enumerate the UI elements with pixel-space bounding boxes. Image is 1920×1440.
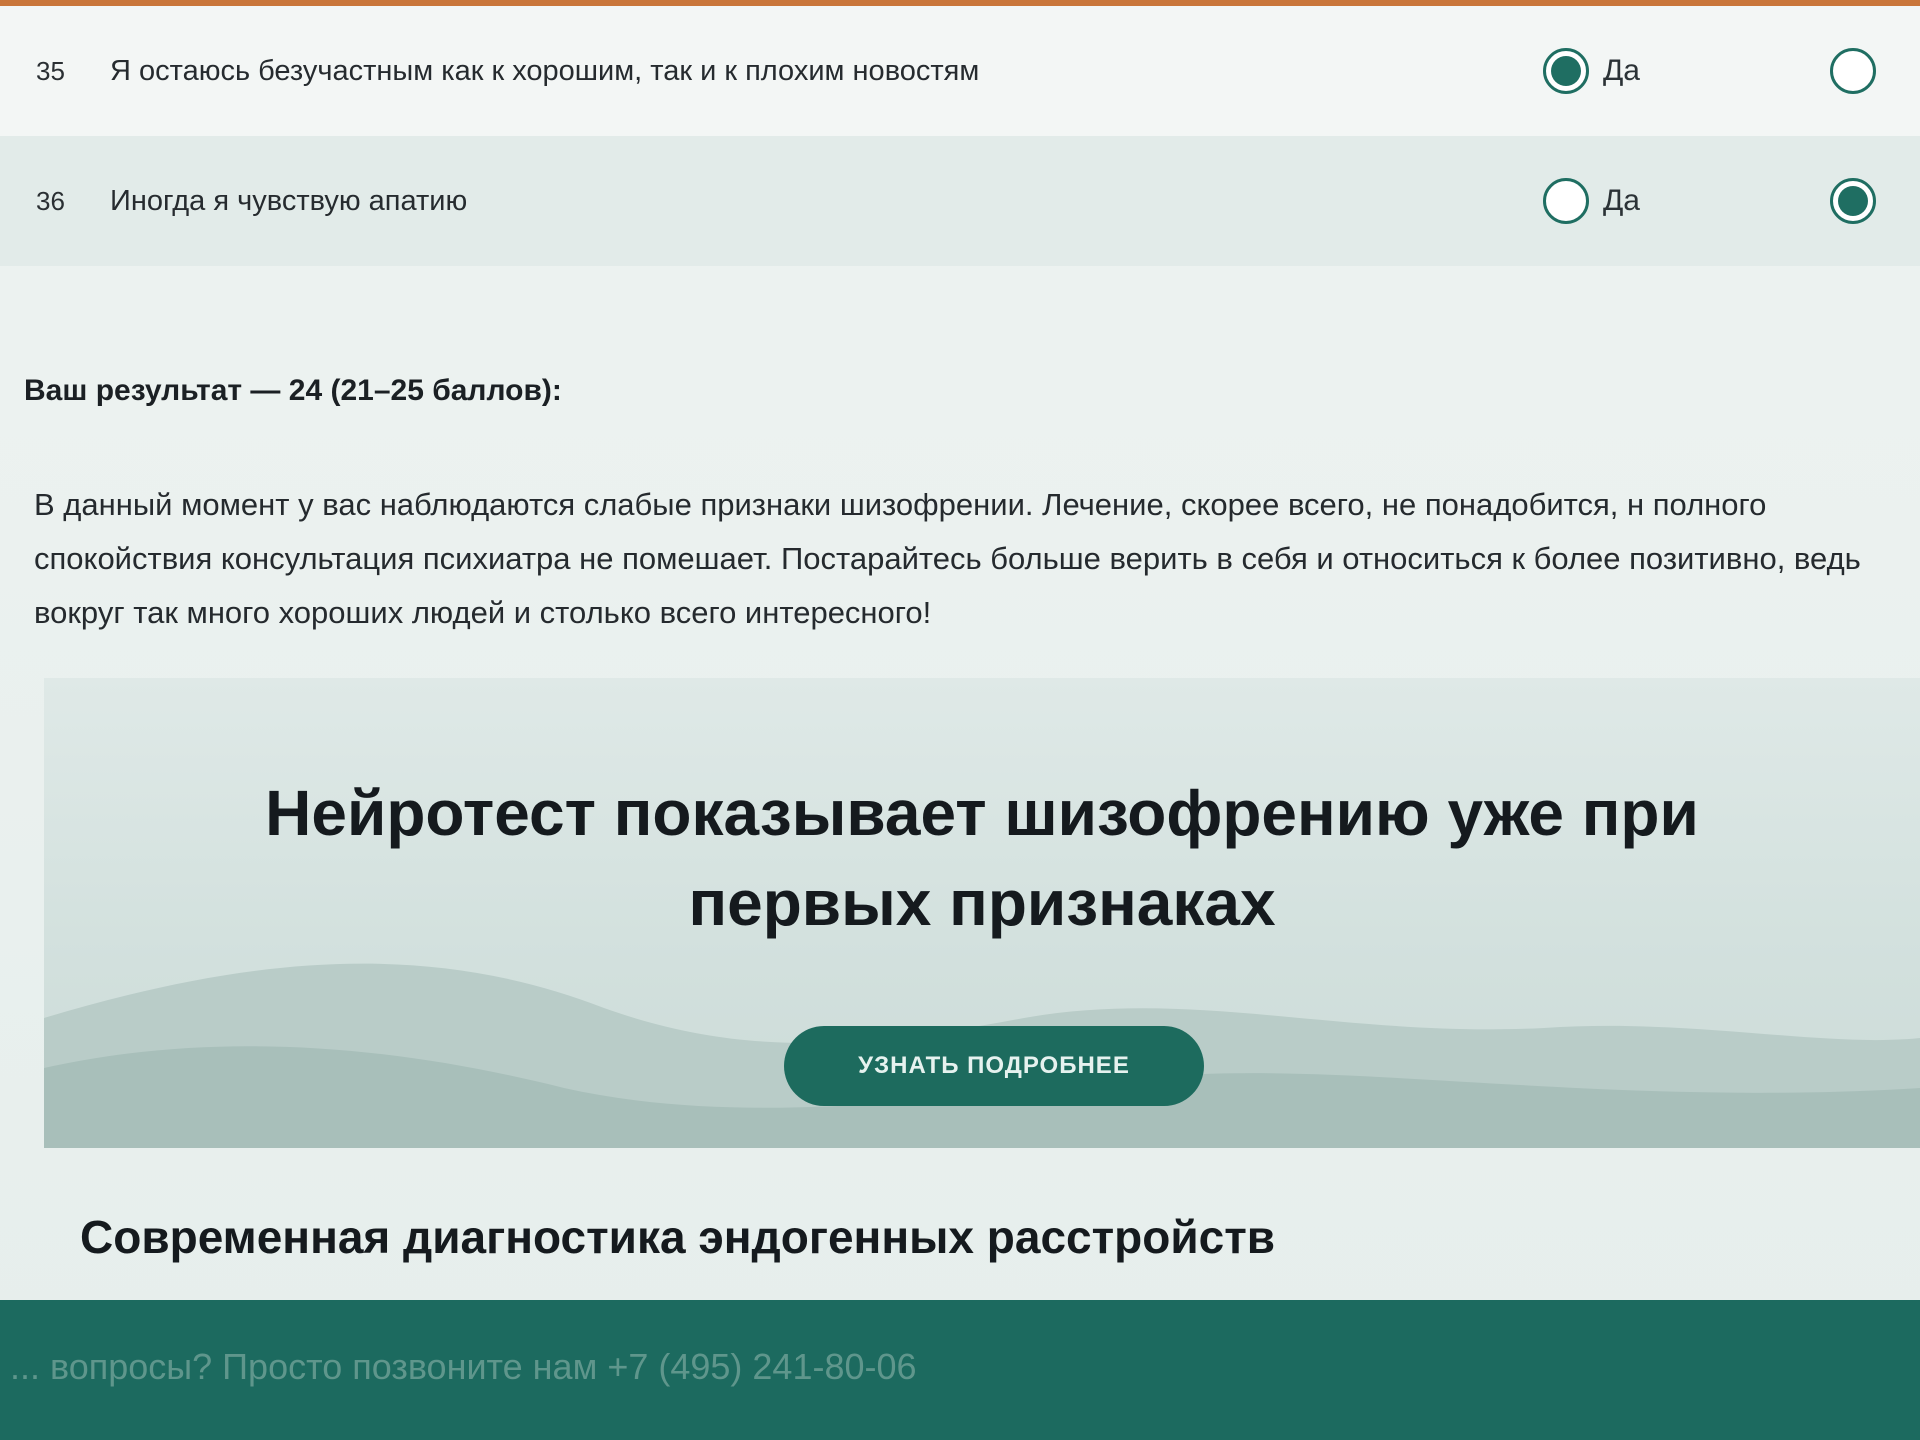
question-row-36: 36 Иногда я чувствую апатию Да [0, 136, 1920, 266]
radio-checked-icon[interactable] [1830, 178, 1876, 224]
result-heading: Ваш результат — 24 (21–25 баллов): [24, 374, 562, 407]
promo-banner: Нейротест показывает шизофрению уже при … [44, 678, 1920, 1148]
footer-bar: ... вопросы? Просто позвоните нам +7 (49… [0, 1300, 1920, 1440]
answer-options: Да [1542, 6, 1920, 136]
radio-unchecked-icon[interactable] [1830, 48, 1876, 94]
banner-title: Нейротест показывает шизофрению уже при … [265, 777, 1699, 939]
question-text: Иногда я чувствую апатию [110, 184, 468, 217]
radio-unchecked-icon[interactable] [1542, 178, 1589, 224]
question-number: 36 [36, 185, 65, 216]
section-heading: Современная диагностика эндогенных расст… [80, 1211, 1276, 1263]
footer-contact-text: ... вопросы? Просто позвоните нам +7 (49… [10, 1346, 917, 1387]
answer-options: Да [1542, 136, 1920, 266]
answer-label: Да [1602, 184, 1640, 217]
answer-yes-35[interactable]: Да [1542, 48, 1640, 94]
result-description: В данный момент у вас наблюдаются слабые… [34, 487, 1861, 630]
learn-more-button[interactable]: УЗНАТЬ ПОДРОБНЕЕ [784, 1026, 1204, 1106]
answer-no-35[interactable] [1830, 48, 1890, 94]
question-row-35: 35 Я остаюсь безучастным как к хорошим, … [0, 6, 1920, 136]
answer-no-36[interactable] [1830, 178, 1890, 224]
radio-checked-icon[interactable] [1542, 48, 1589, 94]
question-text: Я остаюсь безучастным как к хорошим, так… [110, 54, 980, 87]
answer-label: Да [1602, 54, 1640, 87]
answer-yes-36[interactable]: Да [1542, 178, 1640, 224]
question-number: 35 [36, 55, 65, 86]
page: 35 Я остаюсь безучастным как к хорошим, … [0, 0, 1920, 1440]
